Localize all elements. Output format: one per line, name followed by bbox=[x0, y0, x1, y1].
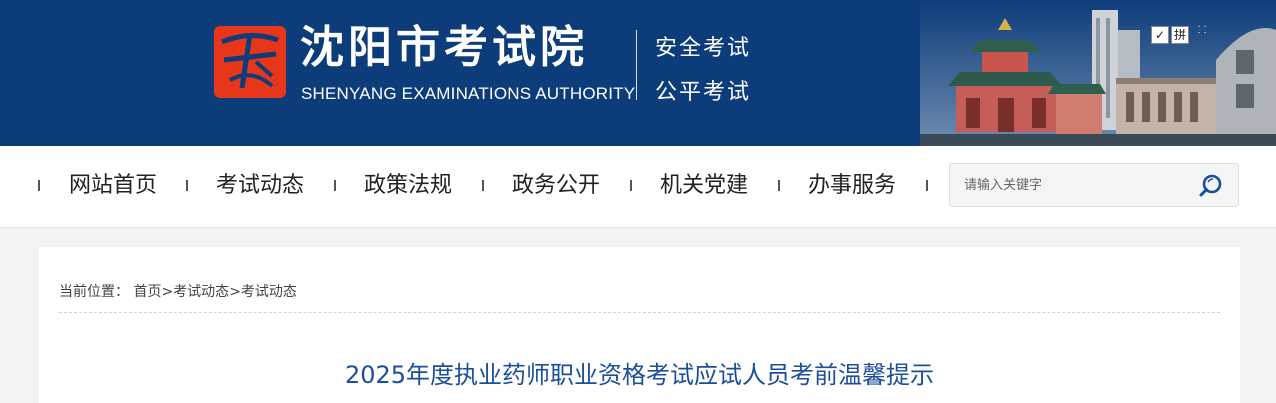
nav-separator bbox=[926, 180, 928, 191]
breadcrumb-home[interactable]: 首页 bbox=[133, 284, 161, 300]
search-input[interactable] bbox=[964, 164, 1194, 206]
content-panel: 当前位置： 首页>考试动态>考试动态 2025年度执业药师职业资格考试应试人员考… bbox=[39, 247, 1240, 403]
site-header: 沈阳市考试院 SHENYANG EXAMINATIONS AUTHORITY 安… bbox=[0, 0, 1276, 146]
nav-item-home[interactable]: 网站首页 bbox=[69, 146, 157, 228]
site-name-en: SHENYANG EXAMINATIONS AUTHORITY bbox=[301, 84, 636, 103]
nav-separator bbox=[334, 180, 336, 191]
breadcrumb-prefix: 当前位置： bbox=[59, 284, 129, 300]
breadcrumb-divider bbox=[59, 312, 1220, 313]
search-box bbox=[949, 163, 1239, 207]
nav-item-party-building[interactable]: 机关党建 bbox=[660, 146, 748, 228]
search-icon[interactable] bbox=[1198, 173, 1224, 199]
header-divider bbox=[636, 30, 637, 100]
nav-separator bbox=[630, 180, 632, 191]
nav-separator bbox=[482, 180, 484, 191]
logo-seal-icon bbox=[214, 26, 286, 98]
nav-item-policies[interactable]: 政策法规 bbox=[364, 146, 452, 228]
slogan-fair: 公平考试 bbox=[655, 80, 752, 105]
breadcrumb-current[interactable]: 考试动态 bbox=[241, 284, 297, 300]
nav-separator bbox=[38, 180, 40, 191]
nav-item-services[interactable]: 办事服务 bbox=[808, 146, 896, 228]
header-building-photo bbox=[920, 0, 1276, 146]
nav-separator bbox=[186, 180, 188, 191]
breadcrumb-exam-news[interactable]: 考试动态 bbox=[173, 284, 229, 300]
nav-item-government-affairs[interactable]: 政务公开 bbox=[512, 146, 600, 228]
site-name: 沈阳市考试院 bbox=[300, 22, 588, 73]
article-title: 2025年度执业药师职业资格考试应试人员考前温馨提示 bbox=[344, 361, 935, 389]
nav-separator bbox=[778, 180, 780, 191]
nav-item-exam-news[interactable]: 考试动态 bbox=[216, 146, 304, 228]
slogan-safe: 安全考试 bbox=[655, 36, 752, 61]
breadcrumb-separator: > bbox=[161, 284, 174, 300]
breadcrumb: 当前位置： 首页>考试动态>考试动态 bbox=[59, 281, 297, 301]
pinyin-icon[interactable]: 拼 bbox=[1171, 26, 1189, 44]
main-nav: 网站首页 考试动态 政策法规 政务公开 机关党建 办事服务 bbox=[0, 146, 1276, 228]
breadcrumb-separator: > bbox=[229, 284, 241, 300]
accessibility-icon[interactable]: ✓ bbox=[1151, 26, 1169, 44]
expand-icon[interactable]: ⸬ bbox=[1195, 26, 1209, 44]
